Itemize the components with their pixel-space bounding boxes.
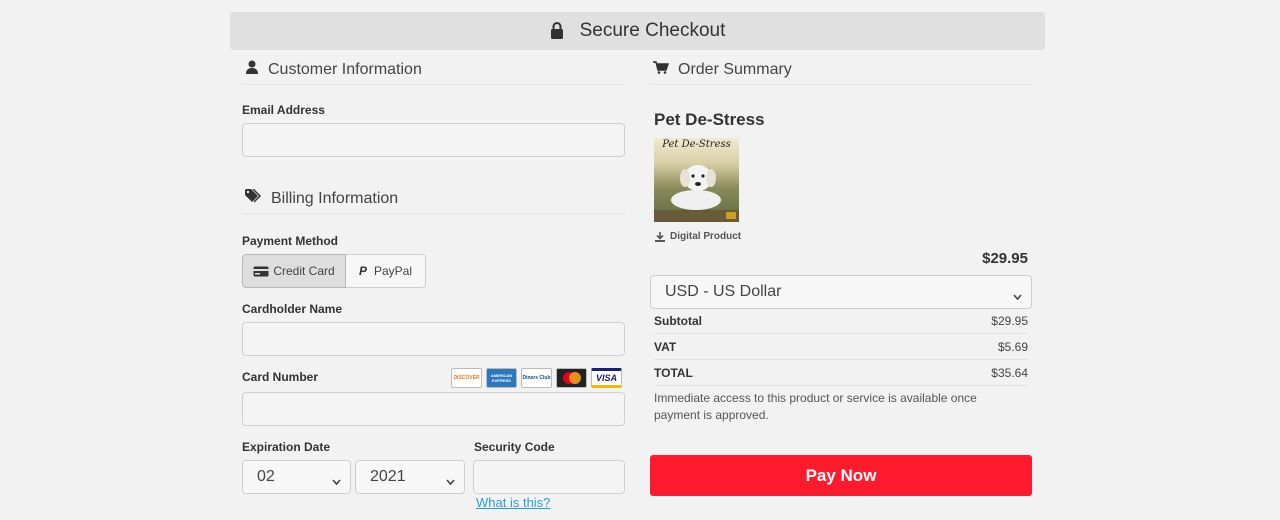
credit-card-label: Credit Card [273, 264, 335, 278]
expiration-year-value: 2021 [370, 468, 406, 485]
expiration-year-select[interactable]: 2021 [355, 460, 465, 494]
order-summary-heading: Order Summary [650, 55, 1032, 85]
vat-label: VAT [654, 339, 677, 354]
card-number-label: Card Number [242, 370, 319, 384]
order-summary-label: Order Summary [678, 60, 792, 78]
payment-method-toggle: Credit Card P PayPal [242, 254, 426, 288]
customer-information-label: Customer Information [268, 60, 422, 78]
digital-product-tag: Digital Product [655, 231, 741, 242]
chevron-down-icon [1013, 288, 1022, 306]
email-label: Email Address [242, 103, 325, 117]
vat-row: VAT $5.69 [654, 334, 1028, 360]
billing-column: Customer Information Email Address Billi… [242, 55, 625, 510]
expiration-date-label: Expiration Date [242, 440, 331, 454]
expiration-month-value: 02 [257, 468, 275, 485]
currency-value: USD - US Dollar [665, 283, 782, 300]
paypal-button[interactable]: P PayPal [346, 254, 426, 288]
subtotal-label: Subtotal [654, 313, 702, 328]
card-number-field[interactable] [242, 392, 625, 426]
credit-card-icon [253, 266, 269, 277]
paypal-label: PayPal [373, 264, 413, 278]
card-brands: DISCOVER AMERICAN EXPRESS Diners Club VI… [451, 368, 622, 388]
product-price: $29.95 [982, 250, 1028, 267]
paypal-icon: P [358, 264, 367, 278]
amex-card-icon: AMERICAN EXPRESS [486, 368, 517, 388]
order-summary-column: Order Summary Pet De-Stress Pet De-Stres… [650, 55, 1032, 496]
product-title: Pet De-Stress [654, 110, 765, 129]
payment-method-label: Payment Method [242, 234, 339, 248]
credit-card-button[interactable]: Credit Card [242, 254, 346, 288]
expiration-month-select[interactable]: 02 [242, 460, 351, 494]
chevron-down-icon [332, 473, 341, 491]
checkout-header: Secure Checkout [230, 12, 1045, 50]
pay-now-button[interactable]: Pay Now [650, 455, 1032, 496]
product-image: Pet De-Stress [654, 138, 739, 222]
cardholder-label: Cardholder Name [242, 302, 343, 316]
tags-icon [245, 188, 262, 208]
discover-card-icon: DISCOVER [451, 368, 482, 388]
shopping-cart-icon [653, 60, 670, 79]
lock-icon [550, 22, 566, 40]
access-note: Immediate access to this product or serv… [654, 391, 977, 422]
download-icon [655, 231, 665, 242]
customer-information-heading: Customer Information [242, 55, 625, 85]
email-field[interactable] [242, 123, 625, 157]
digital-product-label: Digital Product [670, 231, 742, 242]
visa-card-icon: VISA [591, 368, 622, 388]
cardholder-name-field[interactable] [242, 322, 625, 356]
billing-information-label: Billing Information [271, 189, 399, 207]
total-label: TOTAL [654, 365, 693, 380]
subtotal-row: Subtotal $29.95 [654, 308, 1028, 334]
subtotal-value: $29.95 [991, 313, 1028, 328]
vat-value: $5.69 [997, 339, 1028, 354]
security-code-field[interactable] [473, 460, 625, 494]
diners-card-icon: Diners Club [521, 368, 552, 388]
page-title: Secure Checkout [579, 20, 726, 41]
what-is-this-link[interactable]: What is this? [476, 495, 550, 510]
user-icon [245, 60, 259, 79]
chevron-down-icon [446, 473, 455, 491]
security-code-label: Security Code [474, 440, 555, 454]
total-row: TOTAL $35.64 [654, 360, 1028, 386]
total-value: $35.64 [991, 365, 1028, 380]
mastercard-icon [556, 368, 587, 388]
currency-select[interactable]: USD - US Dollar [650, 275, 1032, 309]
billing-information-heading: Billing Information [242, 184, 625, 214]
